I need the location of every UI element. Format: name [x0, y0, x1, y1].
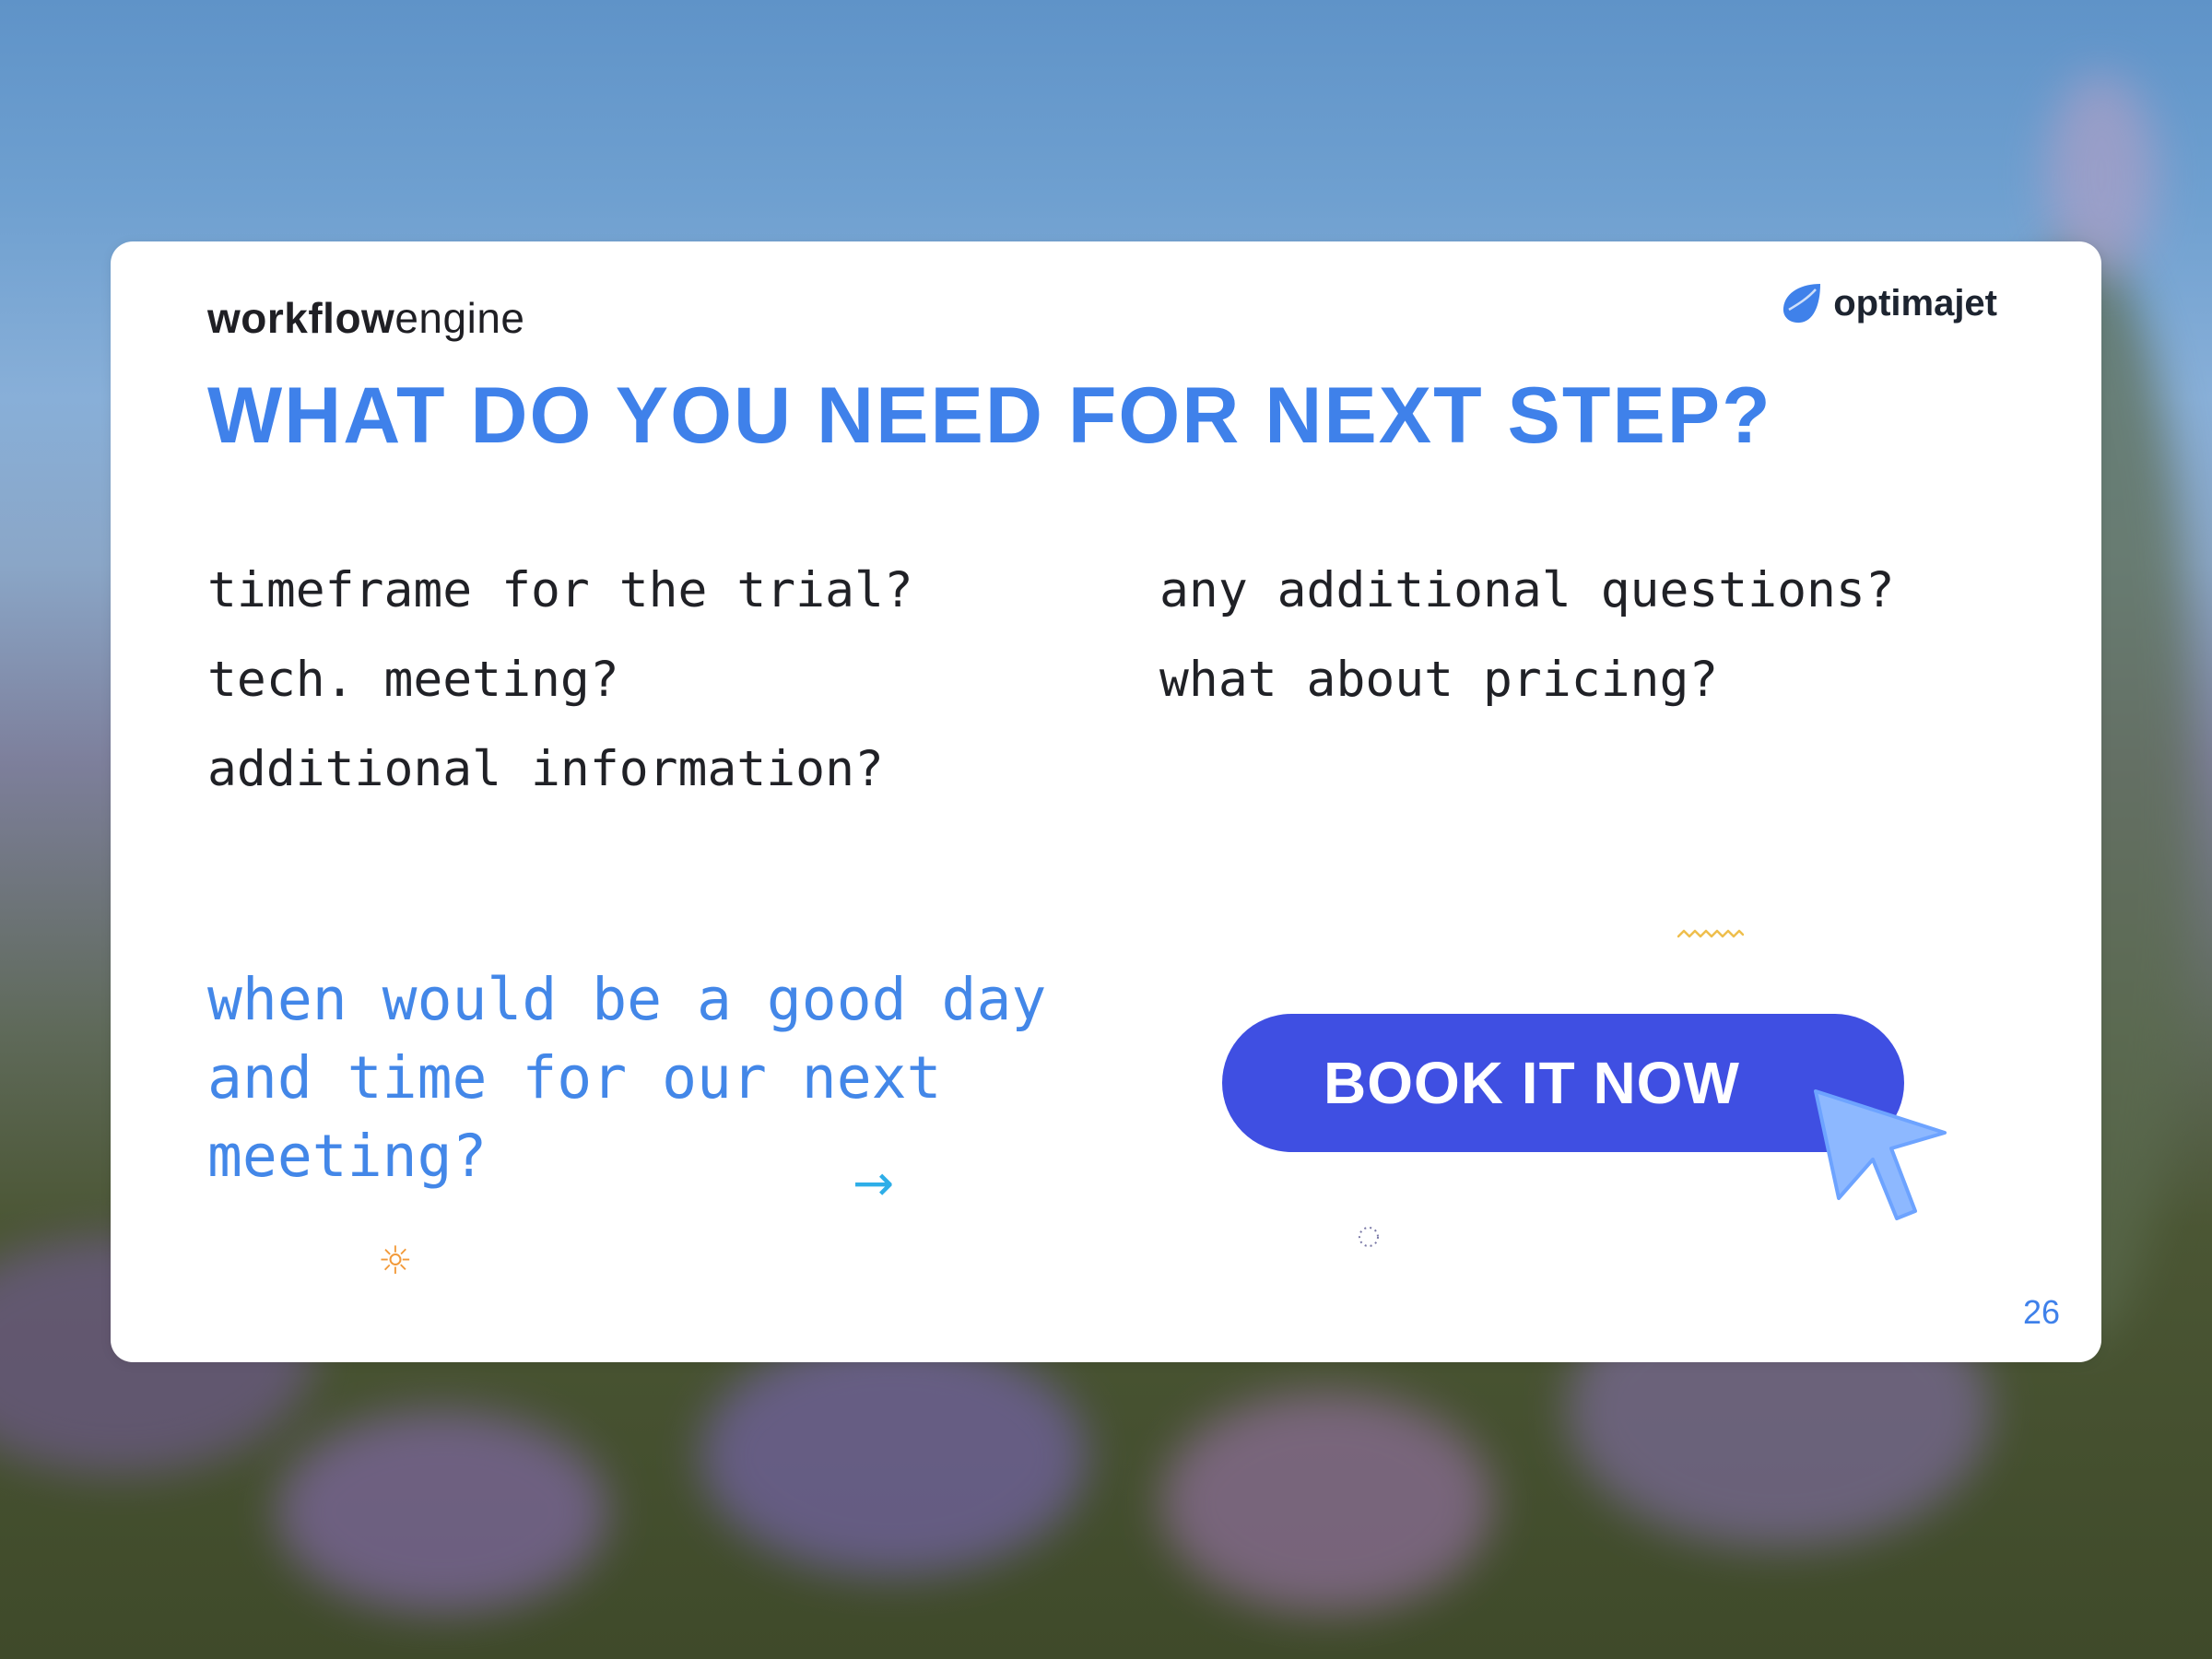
questions-right: any additional questions? what about pri…: [1159, 546, 1895, 724]
book-it-now-button[interactable]: BOOK IT NOW: [1222, 1014, 1904, 1152]
dotted-circle-icon: [1359, 1227, 1379, 1247]
page-title: WHAT DO YOU NEED FOR NEXT STEP?: [207, 371, 1772, 460]
questions-left: timeframe for the trial? tech. meeting? …: [207, 546, 913, 814]
meeting-invite-text: when would be a good day and time for ou…: [207, 966, 1047, 1190]
question-timeframe: timeframe for the trial?: [207, 562, 913, 618]
leaf-drop-icon: [1783, 284, 1821, 324]
optimajet-logo: optimajet: [1780, 282, 1997, 324]
arrow-right-icon: →: [853, 1154, 895, 1212]
sun-icon: ☼: [378, 1238, 413, 1283]
page-number: 26: [2022, 1293, 2060, 1331]
question-additional-questions: any additional questions?: [1159, 562, 1895, 618]
workflowengine-logo: workflowengine: [207, 293, 524, 343]
squiggle-icon: [1677, 929, 1744, 938]
brand-left-bold: workflow: [207, 294, 395, 342]
question-pricing: what about pricing?: [1159, 652, 1719, 708]
cursor-icon: [1814, 1089, 1947, 1220]
content-card: workflowengine optimajet WHAT DO YOU NEE…: [111, 241, 2101, 1362]
brand-left-regular: engine: [394, 294, 525, 342]
question-tech-meeting: tech. meeting?: [207, 652, 619, 708]
slide-background: workflowengine optimajet WHAT DO YOU NEE…: [0, 0, 2212, 1659]
optimajet-label: optimajet: [1833, 282, 1997, 324]
question-additional-information: additional information?: [207, 741, 884, 797]
